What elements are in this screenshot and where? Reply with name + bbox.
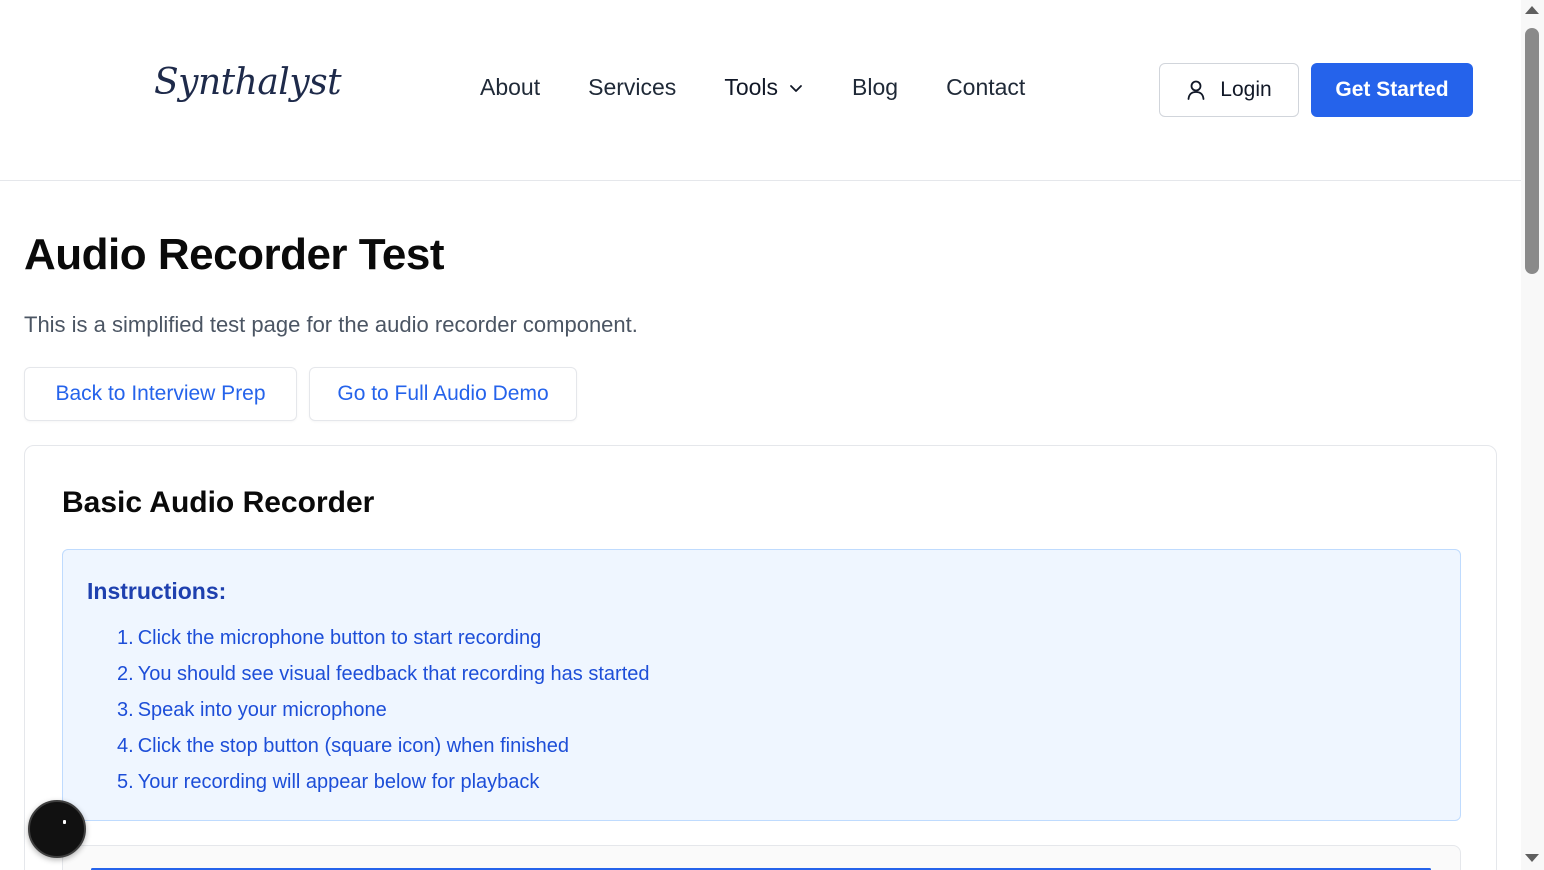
instruction-item: 4. Click the stop button (square icon) wh… <box>117 735 570 757</box>
get-started-button[interactable]: Get Started <box>1311 63 1473 117</box>
recorder-panel <box>62 845 1461 870</box>
card-title: Basic Audio Recorder <box>62 486 375 519</box>
nav-about[interactable]: About <box>480 74 540 101</box>
nav-contact[interactable]: Contact <box>946 74 1025 101</box>
nav-tools-label: Tools <box>724 74 779 100</box>
nav-tools[interactable]: Tools <box>724 74 804 101</box>
instructions-list: 1. Click the microphone button to start r… <box>117 624 650 804</box>
instruction-item: 2. You should see visual feedback that re… <box>117 663 650 685</box>
login-label: Login <box>1220 78 1272 101</box>
scroll-down-arrow-icon[interactable] <box>1525 854 1539 862</box>
login-button[interactable]: Login <box>1159 63 1299 117</box>
chevron-down-icon <box>790 84 802 92</box>
instruction-item: 5. Your recording will appear below for p… <box>117 771 540 793</box>
full-audio-demo-button[interactable]: Go to Full Audio Demo <box>309 367 577 421</box>
indicator-dot-icon <box>63 820 66 824</box>
logo[interactable]: Synthalyst <box>154 62 342 103</box>
main-nav: About Services Tools Blog Contact <box>480 74 1073 101</box>
nav-services[interactable]: Services <box>588 74 676 101</box>
instructions-title: Instructions: <box>87 578 227 604</box>
scroll-up-arrow-icon[interactable] <box>1525 6 1539 14</box>
instructions-panel: Instructions: 1. Click the microphone but… <box>62 549 1461 821</box>
user-icon <box>1187 80 1205 100</box>
page-description: This is a simplified test page for the a… <box>24 312 638 337</box>
scrollbar[interactable] <box>1521 0 1544 870</box>
instruction-item: 3. Speak into your microphone <box>117 699 387 721</box>
nav-blog[interactable]: Blog <box>852 74 898 101</box>
floating-assistant-button[interactable] <box>28 800 86 858</box>
instruction-item: 1. Click the microphone button to start r… <box>117 627 542 649</box>
scroll-thumb[interactable] <box>1525 28 1539 274</box>
recorder-card: Basic Audio Recorder Instructions: 1. Cli… <box>24 445 1497 870</box>
site-header: Synthalyst About Services Tools Blog Con… <box>0 0 1521 181</box>
back-to-interview-prep-button[interactable]: Back to Interview Prep <box>24 367 297 421</box>
page-title: Audio Recorder Test <box>24 230 444 279</box>
